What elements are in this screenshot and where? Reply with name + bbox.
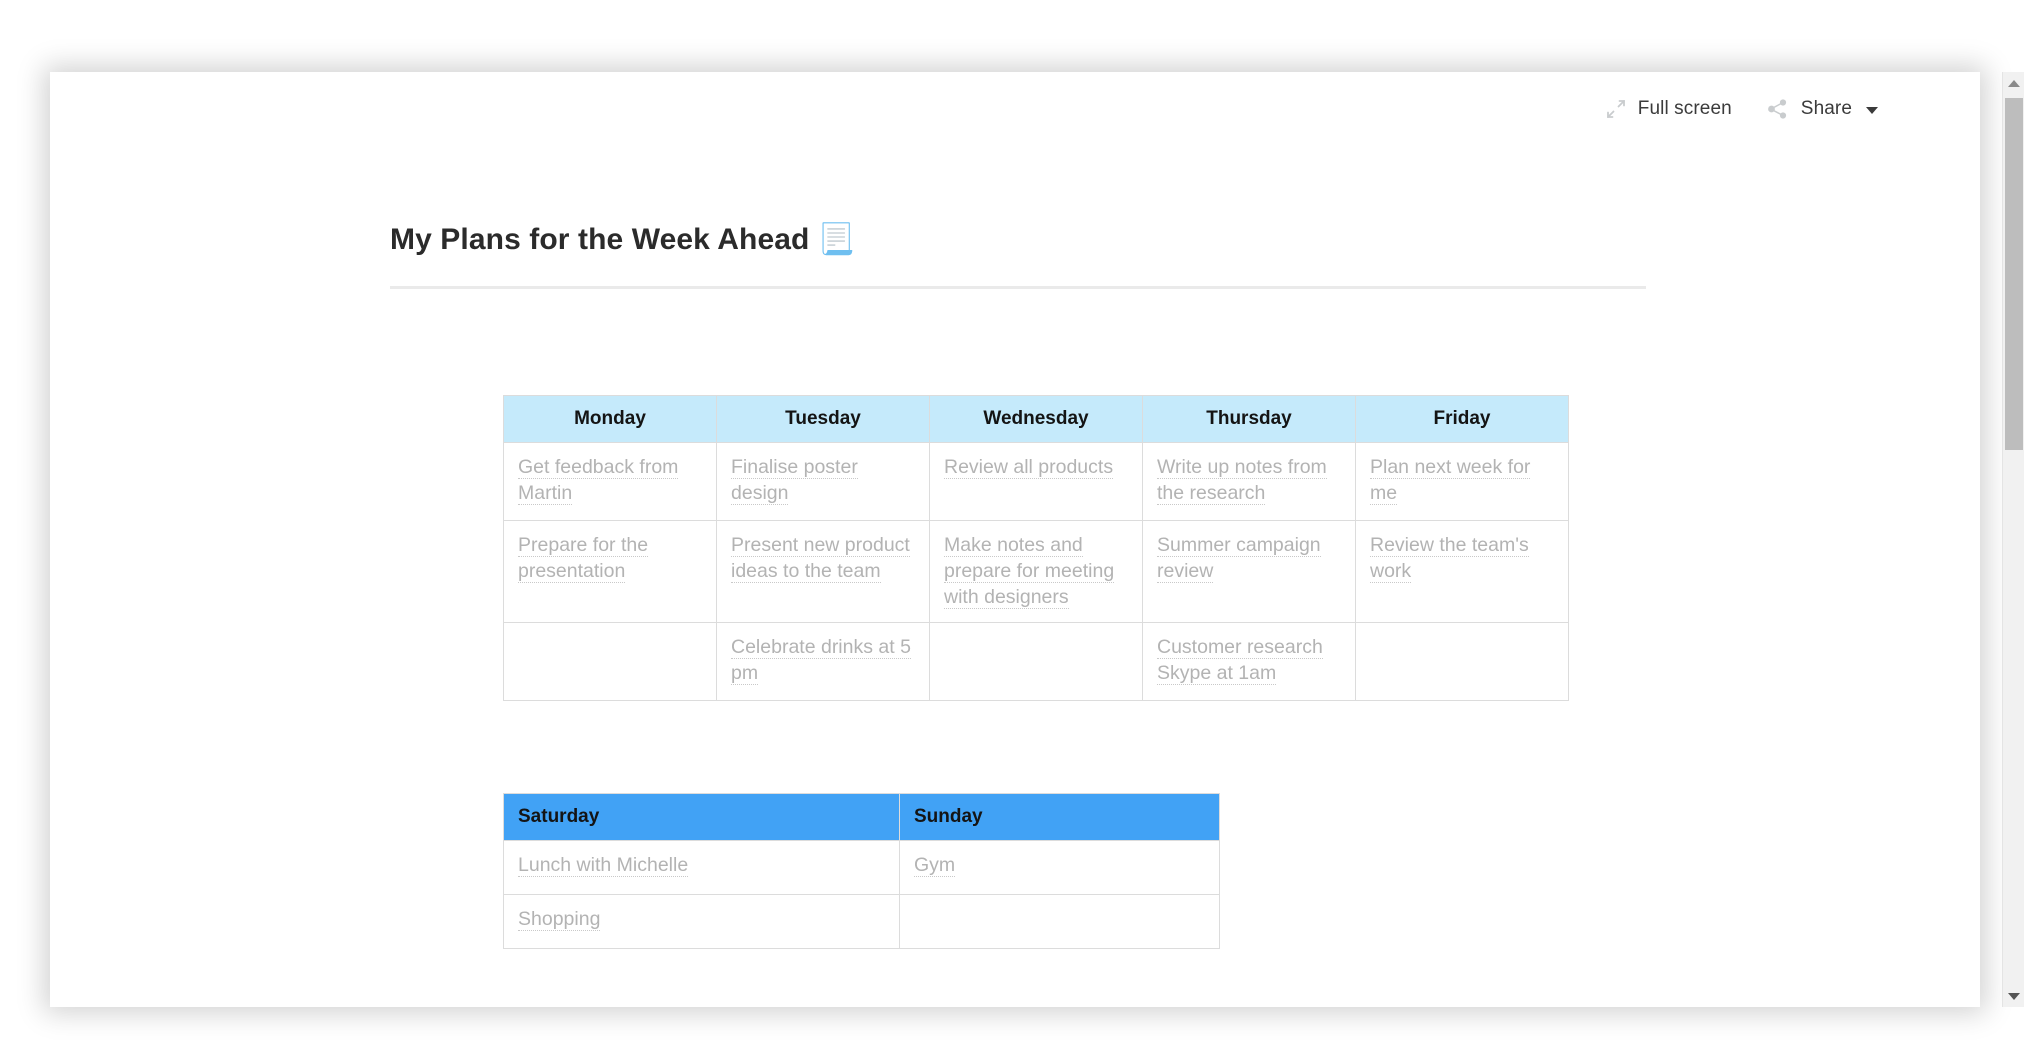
fullscreen-expand-icon — [1605, 98, 1627, 120]
scroll-down-arrow-icon[interactable] — [2003, 985, 2024, 1007]
column-header-tuesday: Tuesday — [716, 395, 930, 443]
full-screen-label: Full screen — [1637, 98, 1732, 119]
column-header-sunday: Sunday — [899, 793, 1220, 841]
table-cell[interactable] — [1355, 622, 1569, 701]
app-root: Full screen Share My Plans for the Week … — [0, 0, 2024, 1062]
cell-text: Review all products — [944, 456, 1114, 479]
title-block: My Plans for the Week Ahead 📃 — [390, 222, 1646, 289]
cell-text: Get feedback from Martin — [518, 456, 679, 505]
triangle-down-icon — [2008, 992, 2020, 1000]
table-cell[interactable] — [899, 894, 1220, 949]
table-row: Lunch with Michelle Gym — [503, 840, 1220, 895]
cell-text: Finalise poster design — [731, 456, 858, 505]
cell-text: Summer campaign review — [1157, 534, 1321, 583]
table-row: Shopping — [503, 894, 1220, 949]
table-header-row: Monday Tuesday Wednesday Thursday Friday — [503, 395, 1569, 443]
share-label: Share — [1800, 98, 1852, 119]
column-header-wednesday: Wednesday — [929, 395, 1143, 443]
share-nodes-icon — [1766, 98, 1790, 120]
weekday-plan-table: Monday Tuesday Wednesday Thursday Friday… — [503, 395, 1569, 701]
cell-text: Gym — [914, 854, 956, 877]
cell-text: Lunch with Michelle — [518, 854, 689, 877]
cell-text: Write up notes from the research — [1157, 456, 1327, 505]
table-cell[interactable]: Summer campaign review — [1142, 520, 1356, 623]
column-header-monday: Monday — [503, 395, 717, 443]
column-header-thursday: Thursday — [1142, 395, 1356, 443]
title-divider — [390, 286, 1646, 289]
table-row: Get feedback from Martin Finalise poster… — [503, 442, 1569, 521]
table-cell[interactable]: Review the team's work — [1355, 520, 1569, 623]
column-header-saturday: Saturday — [503, 793, 900, 841]
table-cell[interactable]: Review all products — [929, 442, 1143, 521]
table-row: Prepare for the presentation Present new… — [503, 520, 1569, 623]
table-header-row: Saturday Sunday — [503, 793, 1220, 841]
table-cell[interactable]: Prepare for the presentation — [503, 520, 717, 623]
cell-text: Make notes and prepare for meeting with … — [944, 534, 1115, 609]
column-header-friday: Friday — [1355, 395, 1569, 443]
vertical-scrollbar[interactable] — [2002, 72, 2024, 1007]
cell-text: Prepare for the presentation — [518, 534, 649, 583]
table-cell[interactable] — [929, 622, 1143, 701]
cell-text: Shopping — [518, 908, 601, 931]
cell-text: Review the team's work — [1370, 534, 1529, 583]
table-cell[interactable]: Plan next week for me — [1355, 442, 1569, 521]
triangle-up-icon — [2008, 79, 2020, 87]
chevron-down-icon[interactable] — [1866, 106, 1878, 114]
table-cell[interactable]: Lunch with Michelle — [503, 840, 900, 895]
table-cell[interactable]: Gym — [899, 840, 1220, 895]
table-cell[interactable]: Get feedback from Martin — [503, 442, 717, 521]
full-screen-button[interactable]: Full screen — [1605, 98, 1732, 120]
page-title: My Plans for the Week Ahead 📃 — [390, 223, 856, 256]
table-row: Celebrate drinks at 5 pm Customer resear… — [503, 622, 1569, 701]
table-cell[interactable]: Finalise poster design — [716, 442, 930, 521]
scrollbar-thumb[interactable] — [2005, 98, 2023, 450]
table-cell[interactable]: Make notes and prepare for meeting with … — [929, 520, 1143, 623]
table-cell[interactable] — [503, 622, 717, 701]
weekend-plan-table: Saturday Sunday Lunch with Michelle Gym … — [503, 793, 1220, 949]
cell-text: Present new product ideas to the team — [731, 534, 910, 583]
cell-text: Customer research Skype at 1am — [1157, 636, 1323, 685]
table-cell[interactable]: Customer research Skype at 1am — [1142, 622, 1356, 701]
cell-text: Celebrate drinks at 5 pm — [731, 636, 911, 685]
scroll-up-arrow-icon[interactable] — [2003, 72, 2024, 94]
table-cell[interactable]: Write up notes from the research — [1142, 442, 1356, 521]
table-cell[interactable]: Celebrate drinks at 5 pm — [716, 622, 930, 701]
share-button[interactable]: Share — [1766, 98, 1878, 120]
document-surface: Full screen Share My Plans for the Week … — [50, 72, 1958, 1007]
table-cell[interactable]: Shopping — [503, 894, 900, 949]
cell-text: Plan next week for me — [1370, 456, 1531, 505]
document-action-bar: Full screen Share — [1605, 98, 1878, 120]
table-cell[interactable]: Present new product ideas to the team — [716, 520, 930, 623]
